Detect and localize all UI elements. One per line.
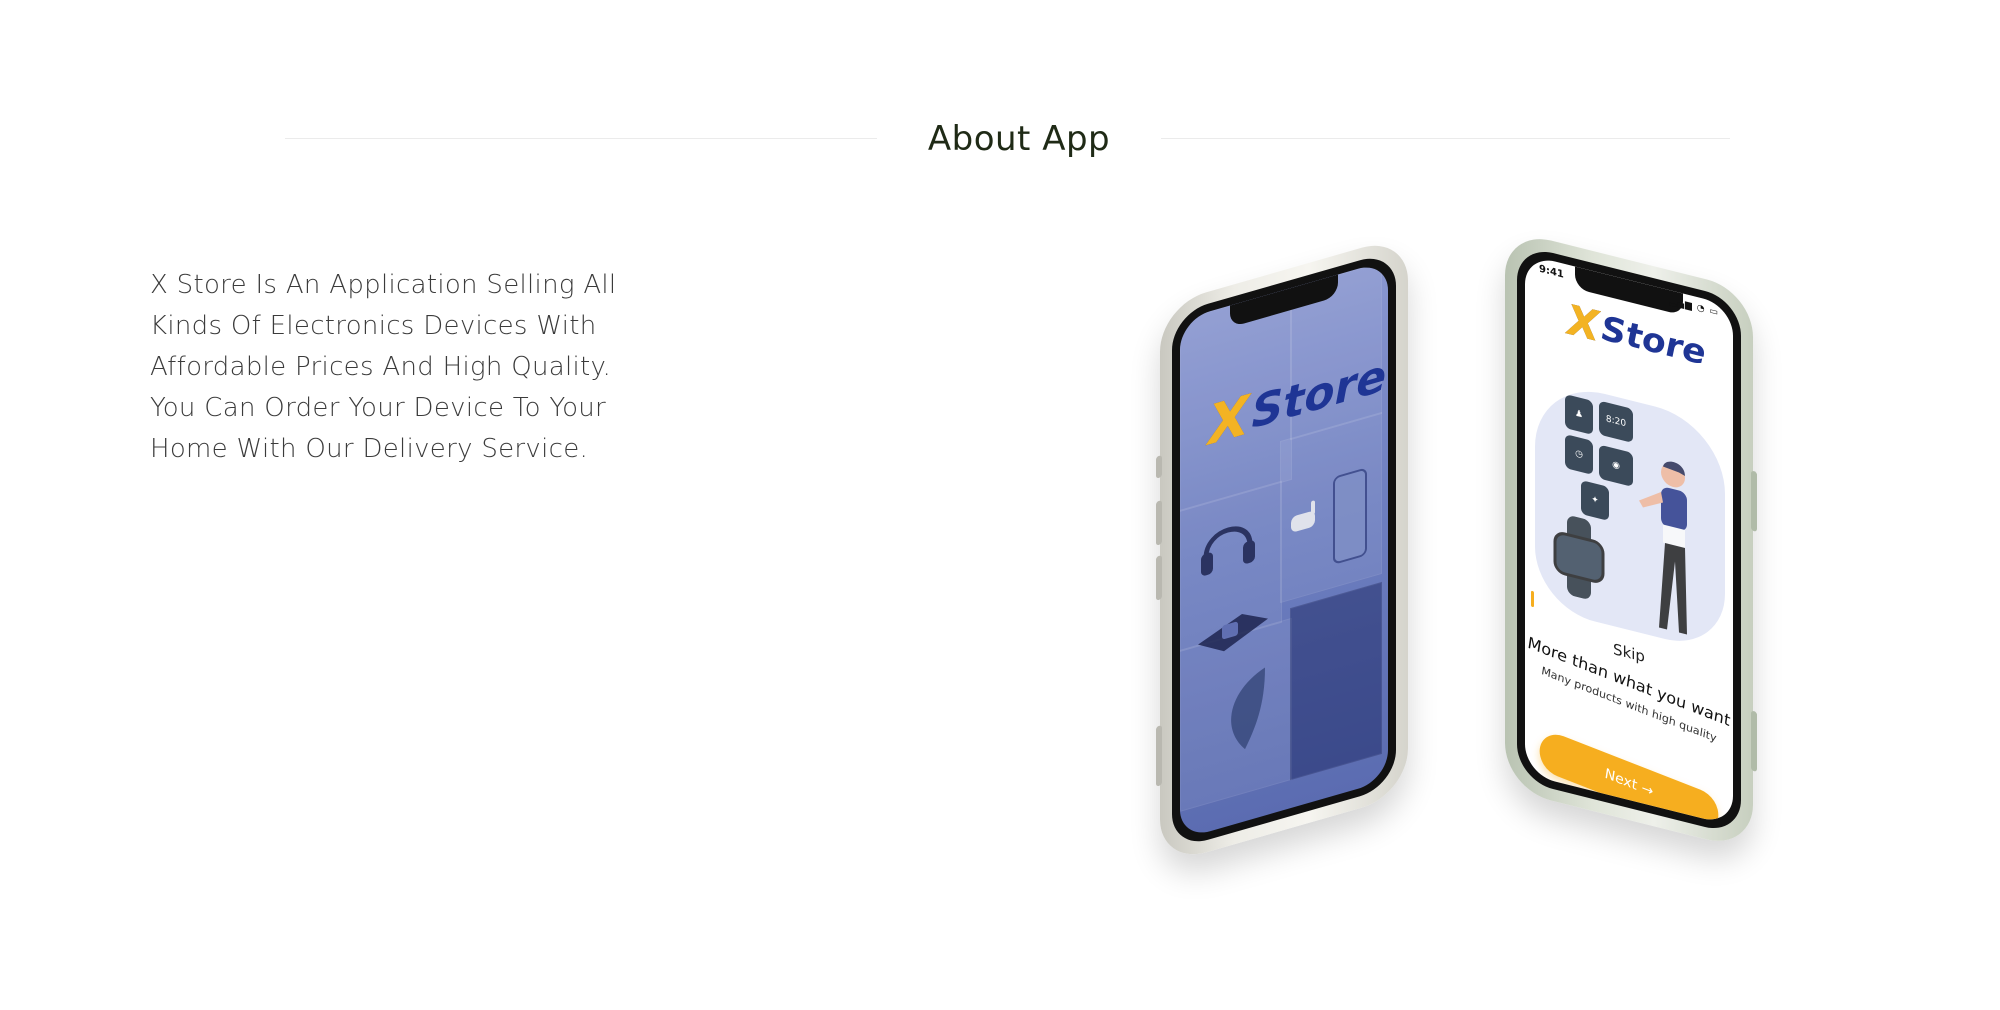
phone-bezel: 9:41 ▂▄▆ ◔ ▭ X Store ♟ 8:20 ◷ ◉ ✦ Skip M… bbox=[1517, 244, 1741, 836]
about-line: Home With Our Delivery Service. bbox=[150, 434, 589, 464]
next-button[interactable]: Next → bbox=[1536, 728, 1722, 826]
about-description: X Store Is An Application Selling All Ki… bbox=[150, 265, 670, 470]
about-line: You Can Order Your Device To Your bbox=[150, 393, 607, 423]
phone-volume-up-button bbox=[1156, 499, 1162, 546]
phone-side-slot bbox=[1751, 710, 1757, 772]
splash-screen: X Store bbox=[1180, 260, 1388, 840]
logo-x-mark: X bbox=[1567, 294, 1600, 352]
about-line: Affordable Prices And High Quality. bbox=[150, 352, 612, 382]
phone-sim-tray bbox=[1156, 724, 1162, 787]
phone-mockup-splash: X Store bbox=[1156, 234, 1408, 866]
phone-power-button bbox=[1751, 470, 1757, 532]
page-indicator bbox=[1531, 590, 1534, 608]
watch-app-card: ♟ bbox=[1565, 394, 1593, 436]
phone-volume-down-button bbox=[1156, 554, 1162, 601]
person-illustration-icon bbox=[1635, 451, 1705, 652]
status-bar-signal-icon: ▂▄▆ ◔ ▭ bbox=[1669, 296, 1719, 319]
background-tile bbox=[1290, 581, 1382, 781]
section-title: About App bbox=[927, 119, 1111, 159]
logo-wordmark: Store bbox=[1601, 308, 1706, 375]
phone-mockup-onboarding: 9:41 ▂▄▆ ◔ ▭ X Store ♟ 8:20 ◷ ◉ ✦ Skip M… bbox=[1505, 229, 1757, 851]
status-bar-time: 9:41 bbox=[1539, 263, 1564, 281]
smartwatch-icon bbox=[1547, 510, 1617, 611]
onboarding-screen: 9:41 ▂▄▆ ◔ ▭ X Store ♟ 8:20 ◷ ◉ ✦ Skip M… bbox=[1525, 254, 1733, 826]
header-divider-right bbox=[1161, 138, 1730, 139]
watch-app-card: ◷ bbox=[1565, 434, 1593, 476]
watch-time-label: 8:20 bbox=[1605, 414, 1627, 430]
about-line: Kinds Of Electronics Devices With bbox=[150, 311, 597, 341]
about-line: X Store Is An Application Selling All bbox=[150, 270, 617, 300]
about-app-header: About App bbox=[285, 110, 1730, 170]
header-divider-left bbox=[285, 138, 877, 139]
leaf-decoration-icon bbox=[1220, 664, 1270, 762]
phone-side-button bbox=[1156, 454, 1162, 479]
logo-x-mark: X bbox=[1208, 382, 1250, 458]
smartphone-icon bbox=[1330, 465, 1370, 570]
watch-app-card: ✦ bbox=[1581, 480, 1609, 522]
phone-bezel: X Store bbox=[1172, 249, 1396, 851]
